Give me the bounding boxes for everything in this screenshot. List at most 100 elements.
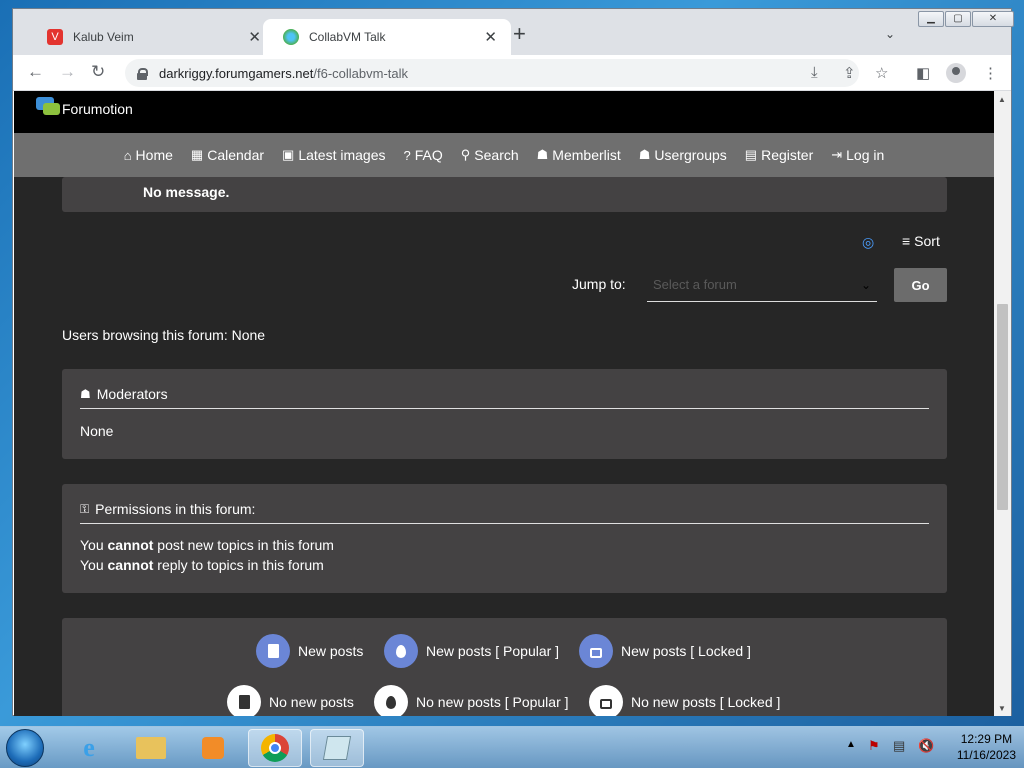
forumotion-logo-icon[interactable]: [36, 97, 60, 117]
legend-label: New posts [ Locked ]: [621, 643, 751, 659]
moderators-title-text: Moderators: [96, 386, 168, 402]
action-center-icon[interactable]: ⚑: [868, 738, 880, 754]
chrome-taskbar-icon[interactable]: [248, 729, 302, 767]
share-icon[interactable]: ⇪: [843, 64, 856, 82]
brand-name[interactable]: Forumotion: [62, 101, 133, 117]
show-hidden-icons[interactable]: ▲: [846, 739, 856, 750]
taskbar: e ▲ ⚑ ▤ 🔇 12:29 PM 11/16/2023: [0, 726, 1024, 768]
scroll-down-arrow[interactable]: ▼: [998, 704, 1006, 713]
register-icon: ▤: [744, 147, 758, 162]
notepad-taskbar-icon[interactable]: [310, 729, 364, 767]
tab-collabvm-talk[interactable]: CollabVM Talk ✕: [263, 19, 511, 55]
sort-button[interactable]: ≡ Sort: [902, 233, 940, 249]
back-button[interactable]: ←: [27, 63, 44, 81]
popular-flame-icon: [374, 685, 408, 716]
forward-button[interactable]: →: [59, 63, 76, 81]
minimize-button[interactable]: ▁: [918, 11, 944, 27]
scroll-thumb[interactable]: [997, 304, 1008, 510]
sort-label: Sort: [914, 233, 940, 249]
close-window-button[interactable]: ✕: [972, 11, 1014, 27]
post-panel: No message.: [62, 177, 947, 212]
legend-new-posts-locked: New posts [ Locked ]: [579, 634, 751, 668]
legend-new-posts: New posts: [256, 634, 363, 668]
graduation-cap-icon: ☗: [80, 387, 91, 401]
legend-label: No new posts: [269, 694, 354, 710]
nav-label: Latest images: [298, 147, 386, 163]
no-message-text: No message.: [143, 184, 230, 200]
nav-register[interactable]: ▤ Register: [745, 147, 813, 163]
select-placeholder: Select a forum: [653, 277, 737, 292]
usergroups-icon: ☗: [638, 147, 651, 162]
tab-kalub-veim[interactable]: V Kalub Veim ✕: [27, 19, 275, 55]
side-panel-icon[interactable]: ◧: [916, 64, 930, 82]
nav-label: Home: [135, 147, 173, 163]
start-button[interactable]: [6, 729, 44, 767]
address-bar: ← → ↻ darkriggy.forumgamers.net/f6-colla…: [13, 55, 1011, 91]
popular-flame-icon: [384, 634, 418, 668]
legend-label: New posts: [298, 643, 364, 659]
legend-no-new-posts: No new posts: [227, 685, 354, 716]
no-new-posts-icon: [227, 685, 261, 716]
question-icon: ?: [403, 147, 411, 163]
divider: [80, 523, 929, 524]
tab-search-button[interactable]: ⌄: [885, 27, 895, 41]
search-icon: ⚲: [460, 147, 471, 162]
menu-icon[interactable]: ⋮: [983, 64, 998, 82]
clock[interactable]: 12:29 PM 11/16/2023: [957, 731, 1016, 763]
locked-icon: [589, 685, 623, 716]
new-tab-button[interactable]: +: [513, 23, 526, 45]
network-icon[interactable]: ▤: [893, 738, 905, 754]
legend-no-new-posts-popular: No new posts [ Popular ]: [374, 685, 569, 716]
media-player-icon[interactable]: [186, 729, 240, 767]
nav-home[interactable]: ⌂ Home: [124, 147, 173, 163]
reload-button[interactable]: ↻: [91, 63, 105, 81]
moderators-value: None: [80, 423, 114, 439]
sort-icon: ≡: [902, 233, 911, 249]
legend-label: No new posts [ Locked ]: [631, 694, 781, 710]
permission-reply: You cannot reply to topics in this forum: [80, 557, 324, 573]
close-icon[interactable]: ✕: [248, 28, 261, 46]
main-nav: ⌂ Home ▦ Calendar ▣ Latest images ? FAQ ⚲ Sea…: [14, 133, 994, 177]
nav-label: Search: [474, 147, 519, 163]
permissions-title: ⚿ Permissions in this forum:: [80, 501, 255, 517]
nav-label: Calendar: [207, 147, 265, 163]
legend-no-new-posts-locked: No new posts [ Locked ]: [589, 685, 780, 716]
maximize-button[interactable]: ▢: [945, 11, 971, 27]
page-scrollbar[interactable]: ▲ ▼: [994, 91, 1011, 716]
locked-icon: [579, 634, 613, 668]
nav-calendar[interactable]: ▦ Calendar: [191, 147, 264, 163]
go-button[interactable]: Go: [894, 268, 947, 302]
window-controls: ▁ ▢ ✕: [917, 11, 1014, 27]
nav-latest-images[interactable]: ▣ Latest images: [282, 147, 385, 163]
forum-select[interactable]: Select a forum ⌄: [647, 268, 877, 302]
users-browsing-text: Users browsing this forum: None: [62, 327, 266, 343]
ie-icon[interactable]: e: [62, 729, 116, 767]
legend-new-posts-popular: New posts [ Popular ]: [384, 634, 559, 668]
scroll-up-arrow[interactable]: ▲: [998, 95, 1006, 104]
perm-text: You: [80, 537, 108, 553]
calendar-icon: ▦: [190, 147, 204, 162]
chevron-down-icon: ⌄: [860, 277, 871, 292]
install-icon[interactable]: ⤓: [811, 64, 818, 81]
perm-text: post new topics in this forum: [153, 537, 334, 553]
nav-search[interactable]: ⚲ Search: [461, 147, 519, 163]
check-icon[interactable]: ◎: [862, 234, 874, 251]
legend-label: No new posts [ Popular ]: [416, 694, 569, 710]
perm-text: You: [80, 557, 108, 573]
url-field[interactable]: darkriggy.forumgamers.net/f6-collabvm-ta…: [125, 59, 859, 87]
profile-avatar[interactable]: [946, 63, 966, 83]
explorer-icon[interactable]: [124, 729, 178, 767]
home-icon: ⌂: [123, 147, 132, 163]
nav-faq[interactable]: ? FAQ: [404, 147, 443, 163]
nav-login[interactable]: ⇥ Log in: [831, 147, 884, 163]
perm-bold: cannot: [107, 557, 154, 573]
nav-memberlist[interactable]: ☗ Memberlist: [537, 147, 621, 163]
volume-muted-icon[interactable]: 🔇: [918, 738, 934, 754]
bookmark-star-icon[interactable]: ☆: [875, 64, 888, 82]
nav-usergroups[interactable]: ☗ Usergroups: [639, 147, 727, 163]
close-icon[interactable]: ✕: [484, 28, 497, 46]
permission-post: You cannot post new topics in this forum: [80, 537, 334, 553]
page-viewport: Forumotion ⌂ Home ▦ Calendar ▣ Latest image…: [14, 91, 994, 716]
vivaldi-icon: V: [47, 29, 63, 45]
nav-label: FAQ: [414, 147, 443, 163]
